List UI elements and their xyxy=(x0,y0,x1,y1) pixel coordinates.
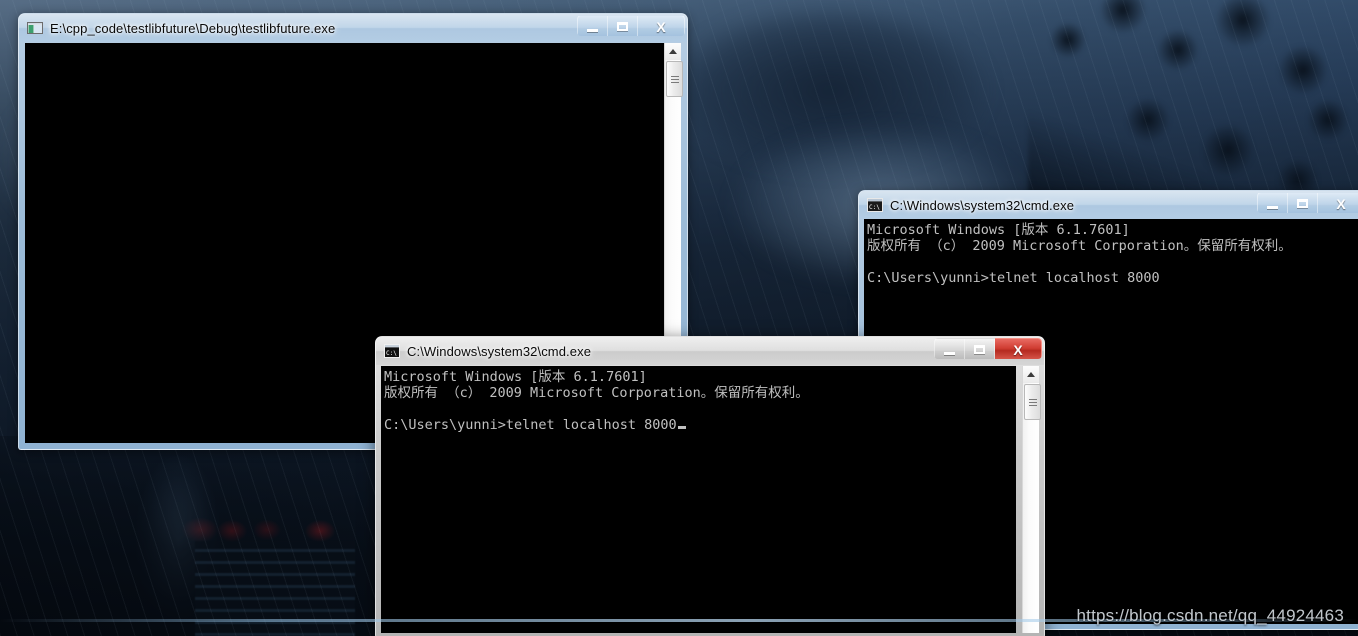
titlebar-cmd-back[interactable]: C:\ C:\Windows\system32\cmd.exe X xyxy=(859,191,1358,219)
scroll-thumb-grip xyxy=(670,74,679,85)
close-button-cmd-front[interactable]: X xyxy=(995,338,1042,359)
minimize-button-cmd-front[interactable] xyxy=(934,338,965,359)
scroll-thumb-cmd-front[interactable] xyxy=(1024,384,1041,420)
vs-console-app-icon xyxy=(27,22,43,34)
maximize-button-cmd-back[interactable] xyxy=(1288,192,1318,213)
console-output-testlibfuture xyxy=(25,43,670,46)
scroll-up-arrow-testlibfuture[interactable] xyxy=(665,43,681,60)
console-area-cmd-front[interactable]: Microsoft Windows [版本 6.1.7601] 版权所有 （c）… xyxy=(381,366,1016,633)
console-output-cmd-front: Microsoft Windows [版本 6.1.7601] 版权所有 （c）… xyxy=(384,369,809,433)
svg-text:C:\: C:\ xyxy=(386,350,397,357)
close-button-cmd-back[interactable]: X xyxy=(1318,192,1358,213)
svg-text:C:\: C:\ xyxy=(869,204,880,211)
scroll-thumb-grip xyxy=(1028,397,1037,408)
close-button-testlibfuture[interactable]: X xyxy=(638,15,685,36)
cmd-icon: C:\ xyxy=(867,198,883,212)
desktop: C:\ C:\Windows\system32\cmd.exe X Micros… xyxy=(0,0,1358,636)
minimize-button-cmd-back[interactable] xyxy=(1257,192,1288,213)
cmd-icon: C:\ xyxy=(384,344,400,358)
scroll-up-arrow-cmd-front[interactable] xyxy=(1023,366,1039,383)
window-cmd-front[interactable]: C:\ C:\Windows\system32\cmd.exe X Micros… xyxy=(375,336,1045,636)
block-cursor xyxy=(677,426,686,429)
window-title-cmd-back: C:\Windows\system32\cmd.exe xyxy=(890,197,1075,213)
maximize-button-testlibfuture[interactable] xyxy=(608,15,638,36)
console-output-cmd-back: Microsoft Windows [版本 6.1.7601] 版权所有 （c）… xyxy=(867,222,1292,286)
titlebar-testlibfuture[interactable]: E:\cpp_code\testlibfuture\Debug\testlibf… xyxy=(19,14,687,42)
scroll-thumb-testlibfuture[interactable] xyxy=(666,61,683,97)
minimize-button-testlibfuture[interactable] xyxy=(577,15,608,36)
window-title-cmd-front: C:\Windows\system32\cmd.exe xyxy=(407,343,592,359)
window-controls-cmd-front[interactable]: X xyxy=(934,338,1042,359)
window-title-testlibfuture: E:\cpp_code\testlibfuture\Debug\testlibf… xyxy=(50,20,336,36)
maximize-button-cmd-front[interactable] xyxy=(965,338,995,359)
window-controls-testlibfuture[interactable]: X xyxy=(577,15,685,36)
window-controls-cmd-back[interactable]: X xyxy=(1257,192,1358,213)
scrollbar-cmd-front[interactable] xyxy=(1022,366,1041,633)
watermark-text: https://blog.csdn.net/qq_44924463 xyxy=(1076,606,1344,625)
titlebar-cmd-front[interactable]: C:\ C:\Windows\system32\cmd.exe X xyxy=(376,337,1044,365)
